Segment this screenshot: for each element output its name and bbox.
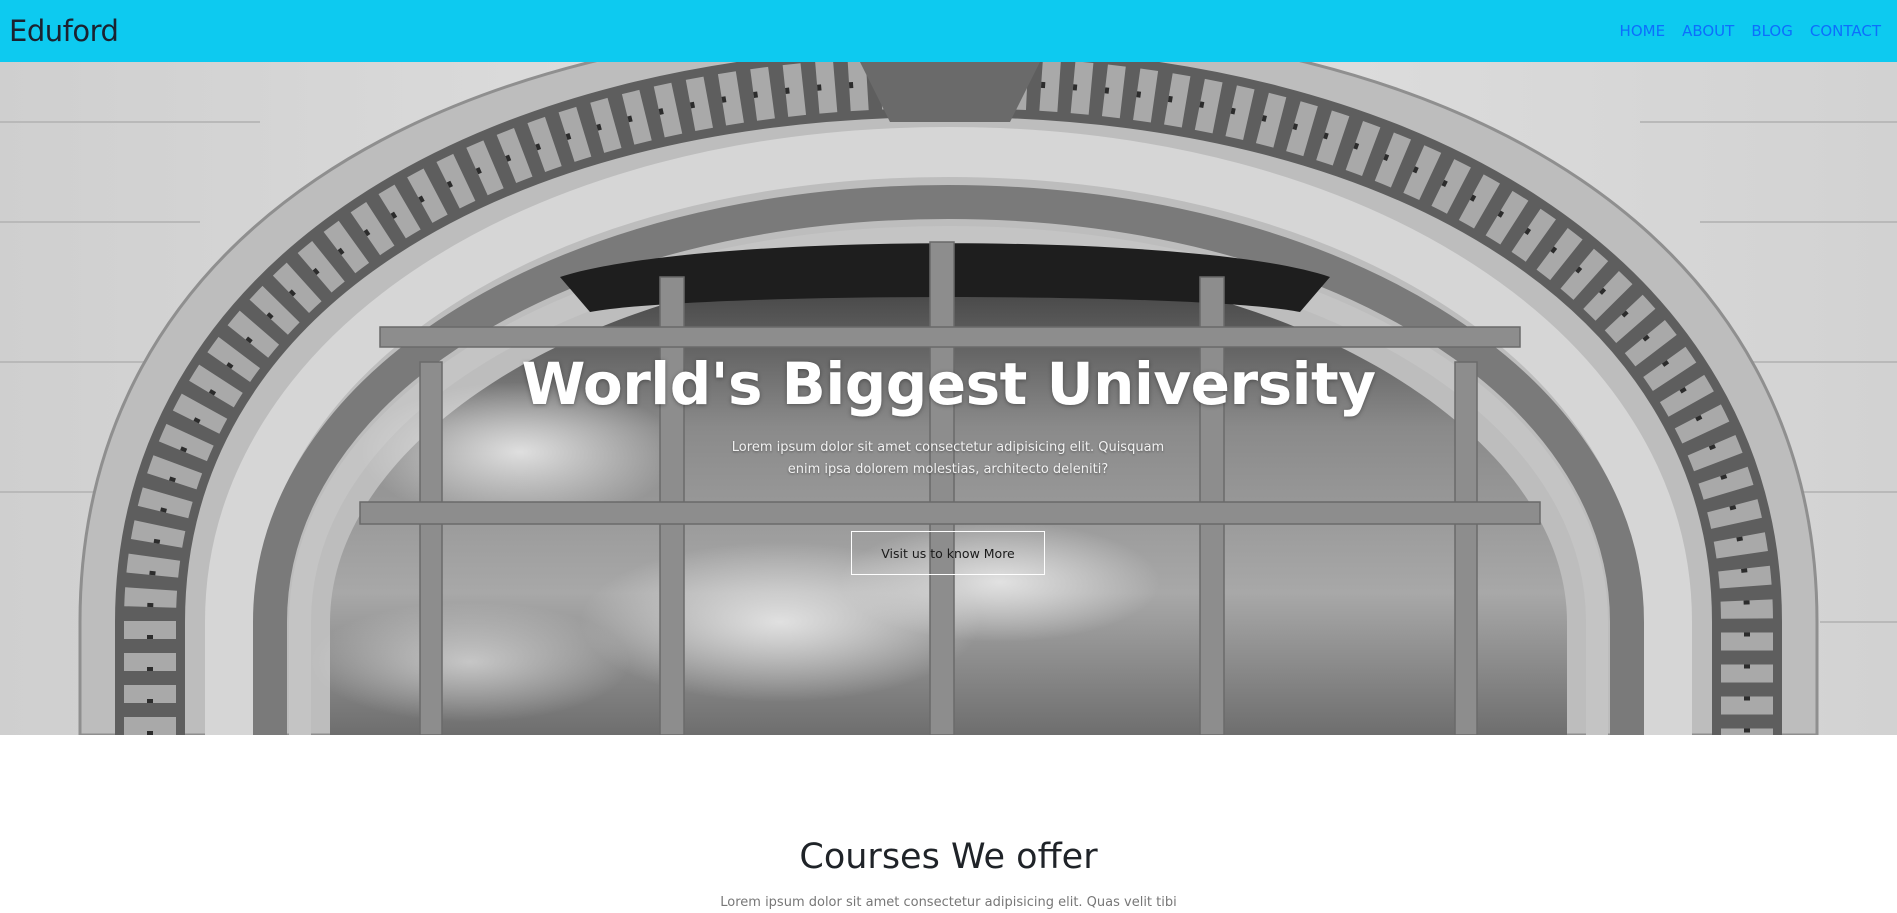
nav-link-contact[interactable]: CONTACT — [1810, 22, 1881, 40]
nav-link-about[interactable]: ABOUT — [1682, 22, 1734, 40]
brand-logo[interactable]: Eduford — [9, 14, 119, 48]
hero-section: World's Biggest University Lorem ipsum d… — [0, 62, 1897, 735]
nav-links: HOME ABOUT BLOG CONTACT — [1620, 22, 1881, 40]
nav-link-blog[interactable]: BLOG — [1751, 22, 1793, 40]
hero-description: Lorem ipsum dolor sit amet consectetur a… — [731, 440, 1165, 477]
courses-subtitle: Lorem ipsum dolor sit amet consectetur a… — [720, 895, 1177, 910]
navbar: Eduford HOME ABOUT BLOG CONTACT — [0, 0, 1897, 62]
courses-title: Courses We offer — [799, 837, 1098, 877]
hero-content: World's Biggest University Lorem ipsum d… — [0, 62, 1897, 735]
nav-link-home[interactable]: HOME — [1620, 22, 1666, 40]
hero-title: World's Biggest University — [521, 350, 1376, 418]
visit-us-button[interactable]: Visit us to know More — [851, 531, 1045, 575]
